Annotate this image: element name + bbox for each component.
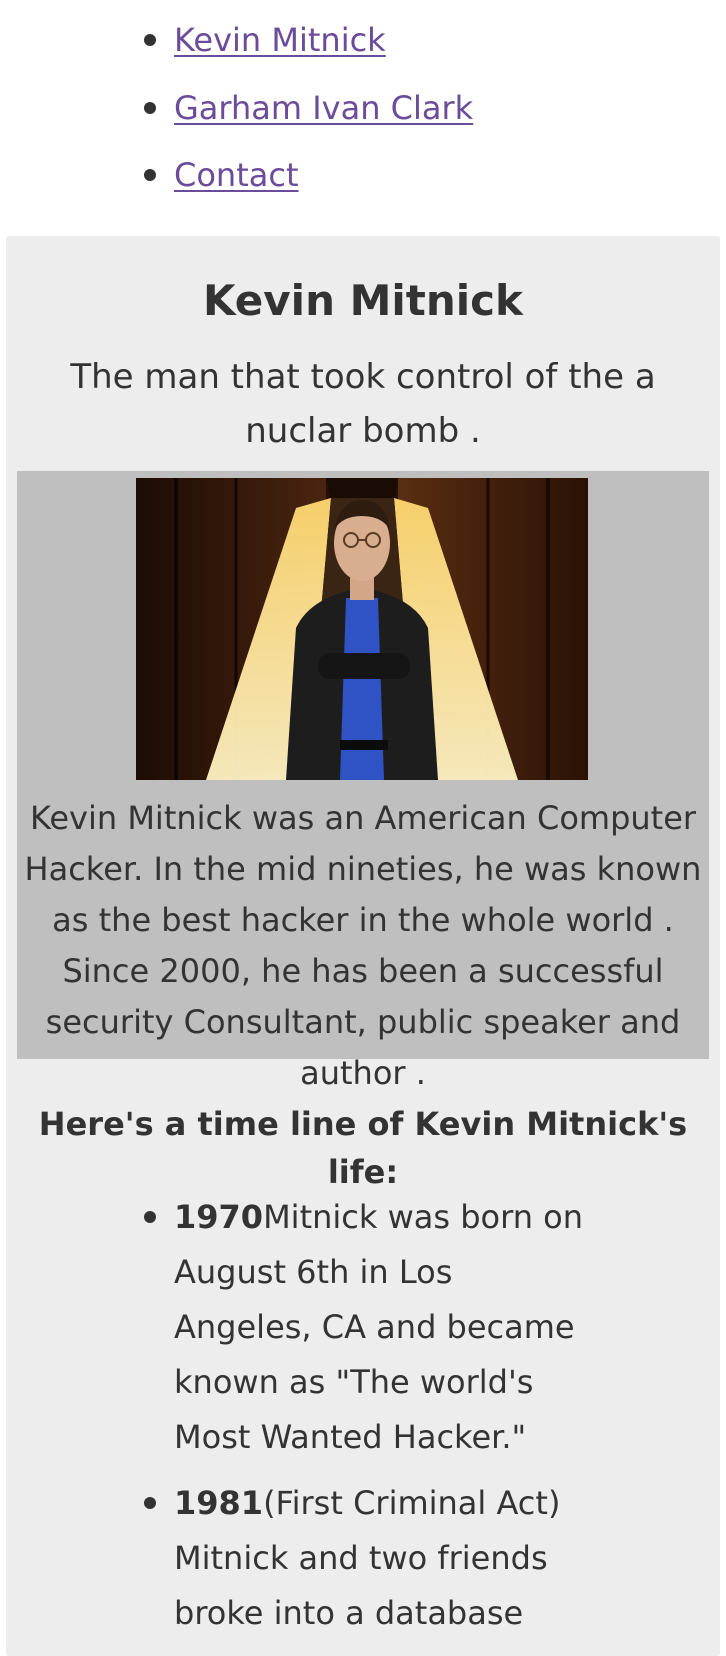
nav-link-contact[interactable]: Contact [174, 156, 299, 194]
page-subtitle: The man that took control of the a nucla… [70, 357, 656, 451]
top-navigation: Kevin Mitnick Garham Ivan Clark Contact [0, 0, 726, 236]
nav-item-contact: Contact [144, 155, 299, 195]
nav-link-garham-ivan-clark[interactable]: Garham Ivan Clark [174, 89, 473, 127]
timeline-year: 1970 [174, 1198, 264, 1236]
bullet-icon [144, 34, 156, 46]
timeline-item: 1981(First Criminal Act) Mitnick and two… [144, 1476, 594, 1641]
timeline-item: 1970Mitnick was born on August 6th in Lo… [144, 1190, 594, 1465]
timeline-year: 1981 [174, 1484, 264, 1522]
nav-item-garham-ivan-clark: Garham Ivan Clark [144, 88, 473, 128]
figure-block: Kevin Mitnick was an American Computer H… [17, 471, 709, 1092]
kevin-mitnick-photo [136, 478, 588, 780]
page-title: Kevin Mitnick [203, 276, 523, 325]
timeline-heading: Here's a time line of Kevin Mitnick's li… [38, 1105, 688, 1191]
nav-item-kevin-mitnick: Kevin Mitnick [144, 20, 386, 60]
bullet-icon [144, 169, 156, 181]
bullet-icon [144, 102, 156, 114]
nav-link-kevin-mitnick[interactable]: Kevin Mitnick [174, 21, 386, 59]
timeline-text: Mitnick was born on August 6th in Los An… [174, 1198, 583, 1456]
timeline-list: 1970Mitnick was born on August 6th in Lo… [144, 1190, 594, 1652]
figure-caption: Kevin Mitnick was an American Computer H… [24, 799, 702, 1092]
bullet-icon [144, 1497, 156, 1509]
bullet-icon [144, 1211, 156, 1223]
